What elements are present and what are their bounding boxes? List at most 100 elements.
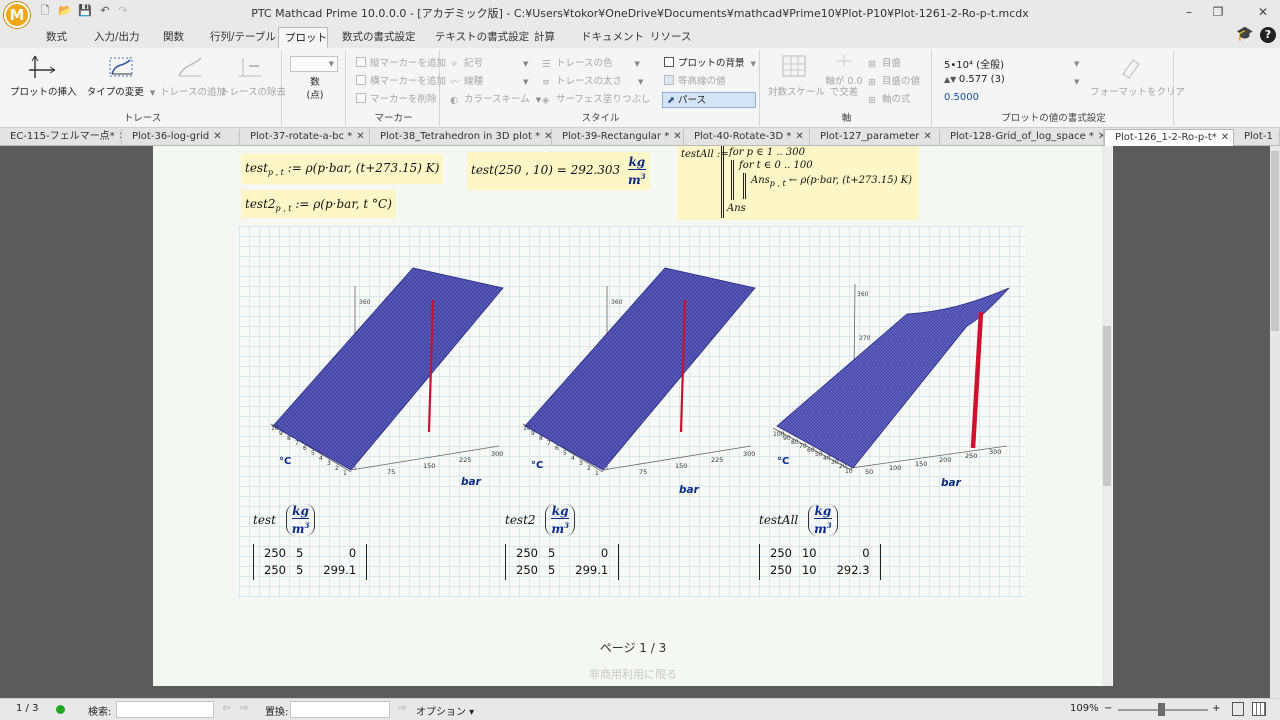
change-type-button[interactable]: タイプの変更 ▼ bbox=[86, 54, 156, 98]
close-tab-icon[interactable]: ✕ bbox=[1221, 132, 1229, 143]
result-test2[interactable]: test2 kg m3 250 5 0 250 5 299.1 bbox=[505, 504, 620, 583]
options-dropdown[interactable]: オプション ▾ bbox=[416, 703, 474, 718]
surface-fill-dropdown[interactable]: ◈ サーフェス塗りつぶし bbox=[542, 92, 651, 108]
surface-fill-label: サーフェス塗りつぶし bbox=[556, 94, 651, 105]
tab-document[interactable]: ドキュメント bbox=[575, 27, 650, 48]
tab-math-formatting[interactable]: 数式の書式設定 bbox=[336, 27, 422, 48]
delete-marker-button[interactable]: マーカーを削除 bbox=[356, 92, 437, 108]
restore-icon[interactable]: ❐ bbox=[1207, 2, 1229, 22]
doc-tab[interactable]: Plot-38_Tetrahedron in 3D plot * ✕ bbox=[370, 129, 552, 146]
3d-plot-testall[interactable]: 360 270 100 90 80 70 60 50 40 30 20 10 5… bbox=[771, 268, 1021, 490]
close-tab-icon[interactable]: ✕ bbox=[923, 131, 931, 142]
replace-icon[interactable]: ⇨ bbox=[398, 703, 406, 714]
tab-resources[interactable]: リソース bbox=[644, 27, 697, 48]
app-logo[interactable]: M bbox=[4, 2, 30, 28]
format-general-value[interactable]: 5•10⁴ (全般) bbox=[944, 56, 1004, 71]
search-input[interactable] bbox=[116, 701, 214, 718]
spinner-icon[interactable]: ▲▼ bbox=[944, 75, 959, 84]
doc-tab[interactable]: Plot-127_parameter ✕ bbox=[810, 129, 940, 146]
remove-trace-label: トレースの除去 bbox=[220, 87, 287, 98]
doc-tab[interactable]: Plot-128-Grid_of_log_space *✕ bbox=[940, 129, 1104, 146]
3d-plot-test[interactable]: 360 10 9 8 7 6 5 4 3 2 1 75 150 225 300 … bbox=[263, 256, 513, 492]
tab-matrices-tables[interactable]: 行列/テーブル bbox=[204, 27, 282, 48]
tab-calculation[interactable]: 計算 bbox=[528, 27, 561, 48]
add-trace-button[interactable]: トレースの追加 bbox=[160, 54, 226, 98]
doc-tab[interactable]: Plot-1 bbox=[1234, 129, 1280, 146]
unit-den-exp: 3 bbox=[564, 521, 569, 530]
eval-unit-den: m3 bbox=[628, 172, 646, 187]
contour-values-button[interactable]: 等高線の値 bbox=[664, 74, 726, 90]
points-combo[interactable]: ▼ bbox=[290, 56, 338, 72]
minimize-icon[interactable]: – bbox=[1178, 2, 1200, 22]
matrix-row: 250 5 299.1 bbox=[260, 563, 360, 578]
graduation-cap-icon[interactable]: 🎓 bbox=[1234, 26, 1256, 44]
window-scrollbar[interactable] bbox=[1270, 146, 1280, 698]
page-scrollbar[interactable] bbox=[1102, 146, 1112, 686]
help-icon[interactable]: ? bbox=[1260, 27, 1276, 43]
close-tab-icon[interactable]: ✕ bbox=[673, 131, 681, 142]
window-scrollbar-thumb[interactable] bbox=[1271, 151, 1279, 331]
tick-values-button[interactable]: ⊞ 目盛の値 bbox=[868, 74, 920, 90]
result-testall[interactable]: testAll kg m3 250 10 0 250 10 292.3 bbox=[759, 504, 881, 583]
line-style-dropdown[interactable]: 〰線種 ▼ bbox=[450, 74, 528, 90]
page-scrollbar-thumb[interactable] bbox=[1103, 326, 1111, 486]
close-tab-icon[interactable]: ✕ bbox=[795, 131, 803, 142]
clear-format-button[interactable]: フォーマットをクリア bbox=[1090, 54, 1185, 98]
doc-tab-label: Plot-39-Rectangular * bbox=[562, 131, 670, 142]
cell: 299.1 bbox=[323, 563, 357, 577]
test-definition[interactable]: testp , t := ρ(p·bar, (t+273.15) K) bbox=[241, 154, 444, 184]
close-tab-icon[interactable]: ✕ bbox=[356, 131, 364, 142]
zoom-slider-thumb[interactable] bbox=[1158, 703, 1165, 716]
z-tick: 360 bbox=[611, 299, 623, 306]
test-evaluation[interactable]: test(250 , 10) = 292.303 kg m3 bbox=[467, 152, 650, 190]
add-vertical-marker-button[interactable]: 縦マーカーを追加 bbox=[356, 56, 446, 72]
insert-plot-button[interactable]: プロットの挿入 bbox=[10, 54, 77, 98]
close-tab-icon[interactable]: ✕ bbox=[213, 131, 221, 142]
symbol-dropdown[interactable]: ✧ 記号 ▼ bbox=[450, 56, 528, 72]
axis-cross-button[interactable]: 軸が 0.0 で交差 bbox=[824, 54, 864, 98]
tab-input-output[interactable]: 入力/出力 bbox=[88, 27, 146, 48]
close-tab-icon[interactable]: ✕ bbox=[544, 131, 551, 142]
tab-math[interactable]: 数式 bbox=[40, 27, 73, 48]
p-tick: 100 bbox=[889, 464, 901, 472]
trace-color-dropdown[interactable]: ☰ トレースの色 ▼ bbox=[542, 56, 640, 72]
eval-unit-den-base: m bbox=[628, 172, 641, 187]
log-scale-icon bbox=[782, 55, 806, 77]
unit-num: kg bbox=[291, 504, 310, 519]
result-test[interactable]: test kg m3 250 5 0 250 5 299.1 bbox=[253, 504, 368, 583]
axis-expr-button[interactable]: ⊞ 軸の式 bbox=[868, 92, 911, 108]
tab-text-formatting[interactable]: テキストの書式設定 bbox=[429, 27, 535, 48]
test2-definition[interactable]: test2p , t := ρ(p·bar, t °C) bbox=[241, 190, 396, 218]
page-view-icon[interactable] bbox=[1232, 702, 1244, 716]
color-scheme-dropdown[interactable]: ◐ カラースキーム ▼ bbox=[450, 92, 541, 108]
perspective-button[interactable]: ⬈ パース bbox=[662, 92, 756, 108]
doc-tab-label: Plot-40-Rotate-3D * bbox=[694, 131, 792, 142]
doc-tab[interactable]: Plot-37-rotate-a-bc * ✕ bbox=[240, 129, 370, 146]
3d-plot-test2[interactable]: 360 10 9 8 7 6 5 4 3 2 1 75 150 225 300 … bbox=[515, 256, 765, 496]
plot-background-dropdown[interactable]: プロットの背景 ▼ bbox=[664, 56, 756, 72]
zoom-in-icon[interactable]: + bbox=[1212, 703, 1220, 714]
t-tick: 3 bbox=[327, 460, 331, 467]
search-next-icon[interactable]: ⇨ bbox=[240, 703, 248, 714]
doc-tab[interactable]: EC-115-フェルマー点*✕ bbox=[0, 129, 122, 146]
tab-plots[interactable]: プロット bbox=[278, 27, 328, 48]
add-horizontal-marker-button[interactable]: 横マーカーを追加 bbox=[356, 74, 446, 90]
doc-tab[interactable]: Plot-36-log-grid ✕ bbox=[122, 129, 240, 146]
format-precision-value[interactable]: ▲▼ 0.577 (3) bbox=[944, 74, 1005, 85]
replace-input[interactable] bbox=[290, 701, 390, 718]
worksheet-page[interactable]: testp , t := ρ(p·bar, (t+273.15) K) test… bbox=[153, 146, 1113, 686]
doc-tab-label: EC-115-フェルマー点* bbox=[10, 131, 115, 142]
doc-tab[interactable]: Plot-40-Rotate-3D * ✕ bbox=[684, 129, 810, 146]
log-scale-button[interactable]: 対数スケール bbox=[768, 54, 825, 98]
zoom-out-icon[interactable]: − bbox=[1104, 703, 1112, 714]
trace-width-dropdown[interactable]: ≡ トレースの太さ ▼ bbox=[542, 74, 643, 90]
ticks-button[interactable]: ⊞ 目盛 bbox=[868, 56, 901, 72]
search-prev-icon[interactable]: ⇦ bbox=[222, 703, 230, 714]
tab-functions[interactable]: 関数 bbox=[157, 27, 190, 48]
doc-tab-active[interactable]: Plot-126_1-2-Ro-p-t* ✕ bbox=[1104, 129, 1234, 146]
remove-trace-button[interactable]: トレースの除去 bbox=[220, 54, 286, 98]
draft-view-icon[interactable] bbox=[1252, 702, 1266, 716]
testall-program[interactable]: testAll := for p ∈ 1 .. 300 for t ∈ 0 ..… bbox=[677, 146, 919, 220]
close-icon[interactable]: ✕ bbox=[1252, 2, 1274, 22]
doc-tab[interactable]: Plot-39-Rectangular * ✕ bbox=[552, 129, 684, 146]
